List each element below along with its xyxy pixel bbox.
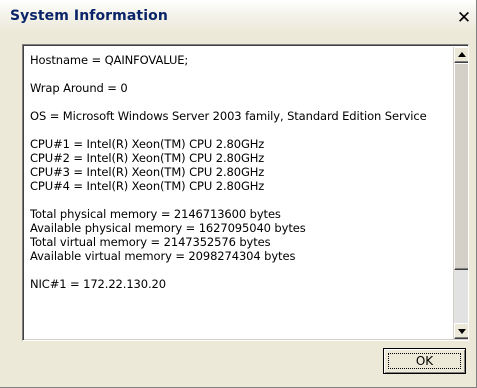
scrollbar-thumb[interactable]	[454, 63, 468, 270]
cpu-line: CPU#4 = Intel(R) Xeon(TM) CPU 2.80GHz	[30, 179, 265, 193]
info-content: Hostname = QAINFOVALUE; Wrap Around = 0 …	[30, 53, 448, 338]
ok-button-label: OK	[415, 354, 434, 368]
arrow-up-icon	[458, 52, 466, 57]
info-text-box[interactable]: Hostname = QAINFOVALUE; Wrap Around = 0 …	[22, 44, 469, 341]
hostname-line: Hostname = QAINFOVALUE;	[30, 53, 189, 67]
scroll-down-button[interactable]	[454, 323, 468, 339]
wrap-around-line: Wrap Around = 0	[30, 81, 128, 95]
ok-button[interactable]: OK	[383, 348, 466, 374]
cpu-line: CPU#3 = Intel(R) Xeon(TM) CPU 2.80GHz	[30, 165, 265, 179]
os-line: OS = Microsoft Windows Server 2003 famil…	[30, 109, 427, 123]
memory-line: Available virtual memory = 2098274304 by…	[30, 249, 296, 263]
scroll-up-button[interactable]	[454, 47, 468, 63]
close-icon[interactable]: ✕	[455, 9, 473, 27]
cpu-line: CPU#1 = Intel(R) Xeon(TM) CPU 2.80GHz	[30, 137, 265, 151]
memory-line: Total virtual memory = 2147352576 bytes	[30, 235, 271, 249]
system-information-dialog: System Information ✕ Hostname = QAINFOVA…	[0, 0, 477, 388]
vertical-scrollbar[interactable]	[453, 47, 468, 339]
cpu-line: CPU#2 = Intel(R) Xeon(TM) CPU 2.80GHz	[30, 151, 265, 165]
memory-line: Available physical memory = 1627095040 b…	[30, 221, 306, 235]
memory-line: Total physical memory = 2146713600 bytes	[30, 207, 281, 221]
dialog-title: System Information	[10, 8, 168, 24]
scrollbar-track[interactable]	[454, 270, 468, 323]
title-bar: System Information ✕	[0, 0, 476, 33]
arrow-down-icon	[458, 329, 466, 334]
nic-line: NIC#1 = 172.22.130.20	[30, 277, 166, 291]
